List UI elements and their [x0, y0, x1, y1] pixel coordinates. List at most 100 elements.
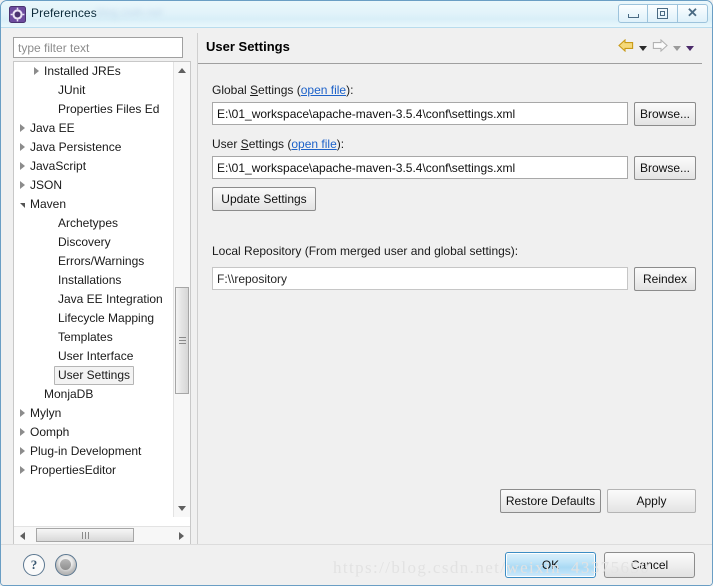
tree-twisty-placeholder [42, 309, 58, 328]
update-settings-button[interactable]: Update Settings [212, 187, 316, 211]
vertical-scrollbar-thumb[interactable] [175, 287, 189, 394]
view-menu-chevron-down-icon[interactable] [686, 45, 694, 51]
tree-item[interactable]: Java EE Integration [14, 290, 174, 309]
tree-item[interactable]: Java EE [14, 119, 174, 138]
local-repository-input[interactable] [212, 267, 628, 290]
tree-twisty-placeholder [28, 385, 44, 404]
close-button[interactable]: ✕ [678, 4, 708, 23]
tree-item[interactable]: JSON [14, 176, 174, 195]
apply-button[interactable]: Apply [607, 489, 696, 513]
tree-twisty-placeholder [42, 252, 58, 271]
global-settings-label: Global Settings (open file): [212, 83, 354, 97]
grip-icon [178, 337, 186, 344]
forward-history-chevron-down-icon [673, 45, 681, 51]
tree-item-label: JavaScript [30, 159, 87, 173]
user-settings-open-file-link[interactable]: open file [291, 137, 336, 151]
tree-expand-arrow-icon[interactable] [14, 404, 30, 423]
global-settings-open-file-link[interactable]: open file [301, 83, 346, 97]
tree-item[interactable]: Errors/Warnings [14, 252, 174, 271]
tree-item-label: Java Persistence [30, 140, 122, 154]
back-arrow-icon[interactable] [618, 38, 634, 57]
window-titlebar: Preferences blog.csdn.net ✕ [1, 1, 712, 28]
tree-item[interactable]: JavaScript [14, 157, 174, 176]
reindex-button[interactable]: Reindex [634, 267, 696, 291]
content-nav-toolbar [618, 38, 694, 57]
ok-button[interactable]: OK [505, 552, 596, 578]
tree-expand-arrow-icon[interactable] [14, 176, 30, 195]
tree-item-label: Java EE Integration [58, 292, 163, 306]
user-settings-input[interactable] [212, 156, 628, 179]
scroll-left-button[interactable] [14, 527, 31, 544]
minimize-button[interactable] [618, 4, 648, 23]
tree-item-label: JUnit [58, 83, 86, 97]
scroll-down-button[interactable] [174, 500, 190, 517]
tree-horizontal-scrollbar[interactable] [14, 526, 190, 544]
triangle-up-icon [178, 68, 186, 73]
tree-item-label: Mylyn [30, 406, 62, 420]
tree-item[interactable]: MonjaDB [14, 385, 174, 404]
tree-item[interactable]: Archetypes [14, 214, 174, 233]
user-settings-browse-button[interactable]: Browse... [634, 156, 696, 180]
dialog-footer: ? OK Cancel [1, 544, 712, 585]
tree-item[interactable]: Lifecycle Mapping [14, 309, 174, 328]
forward-arrow-icon [652, 38, 668, 57]
tree-item[interactable]: Mylyn [14, 404, 174, 423]
tree-twisty-placeholder [42, 290, 58, 309]
tree-expand-arrow-icon[interactable] [14, 157, 30, 176]
tree-item[interactable]: User Interface [14, 347, 174, 366]
global-settings-browse-button[interactable]: Browse... [634, 102, 696, 126]
tree-item[interactable]: PropertiesEditor [14, 461, 174, 480]
tree-twisty-placeholder [42, 328, 58, 347]
tree-twisty-placeholder [42, 271, 58, 290]
tree-item[interactable]: JUnit [14, 81, 174, 100]
tree-item[interactable]: User Settings [14, 366, 174, 385]
tree-expand-arrow-icon[interactable] [14, 138, 30, 157]
tree-expand-arrow-icon[interactable] [14, 119, 30, 138]
tree-collapse-arrow-icon[interactable] [14, 195, 30, 214]
horizontal-scrollbar-thumb[interactable] [36, 528, 134, 542]
tree-expand-arrow-icon[interactable] [14, 461, 30, 480]
filter-input[interactable] [13, 37, 183, 58]
maximize-button[interactable] [648, 4, 678, 23]
triangle-left-icon [20, 531, 25, 540]
tree-item-label: Templates [58, 330, 113, 344]
preferences-tree[interactable]: Installed JREs JUnit Properties Files Ed Ja… [13, 61, 191, 545]
tree-twisty-placeholder [42, 347, 58, 366]
triangle-down-icon [178, 506, 186, 511]
tree-item[interactable]: Java Persistence [14, 138, 174, 157]
help-circle-icon[interactable]: ? [23, 554, 45, 576]
tree-expand-arrow-icon[interactable] [14, 442, 30, 461]
tree-twisty-placeholder [42, 233, 58, 252]
tree-item[interactable]: Oomph [14, 423, 174, 442]
tree-twisty-placeholder [42, 100, 58, 119]
tree-expand-arrow-icon[interactable] [14, 423, 30, 442]
local-repository-label: Local Repository (From merged user and g… [212, 244, 519, 258]
tree-expand-arrow-icon[interactable] [28, 62, 44, 81]
tree-item-label: Installed JREs [44, 64, 121, 78]
tree-item[interactable]: Installed JREs [14, 62, 174, 81]
record-circle-icon[interactable] [55, 554, 77, 576]
cancel-button[interactable]: Cancel [604, 552, 695, 578]
window-title: Preferences [31, 6, 97, 20]
restore-defaults-button[interactable]: Restore Defaults [500, 489, 601, 513]
scroll-right-button[interactable] [173, 527, 190, 544]
tree-item[interactable]: Plug-in Development [14, 442, 174, 461]
tree-vertical-scrollbar[interactable] [173, 62, 190, 517]
tree-items-viewport: Installed JREs JUnit Properties Files Ed Ja… [14, 62, 174, 517]
back-history-chevron-down-icon[interactable] [639, 45, 647, 51]
tree-item[interactable]: Maven [14, 195, 174, 214]
tree-item[interactable]: Installations [14, 271, 174, 290]
content-header: User Settings [198, 33, 702, 64]
tree-item[interactable]: Properties Files Ed [14, 100, 174, 119]
tree-item-label: Oomph [30, 425, 70, 439]
gear-icon [9, 6, 26, 23]
tree-item-label: Errors/Warnings [58, 254, 145, 268]
tree-item-label: JSON [30, 178, 63, 192]
scroll-up-button[interactable] [174, 62, 190, 79]
global-settings-input[interactable] [212, 102, 628, 125]
tree-item-label: Installations [58, 273, 122, 287]
tree-item-label: Lifecycle Mapping [58, 311, 155, 325]
tree-twisty-placeholder [42, 81, 58, 100]
tree-item[interactable]: Discovery [14, 233, 174, 252]
tree-item[interactable]: Templates [14, 328, 174, 347]
